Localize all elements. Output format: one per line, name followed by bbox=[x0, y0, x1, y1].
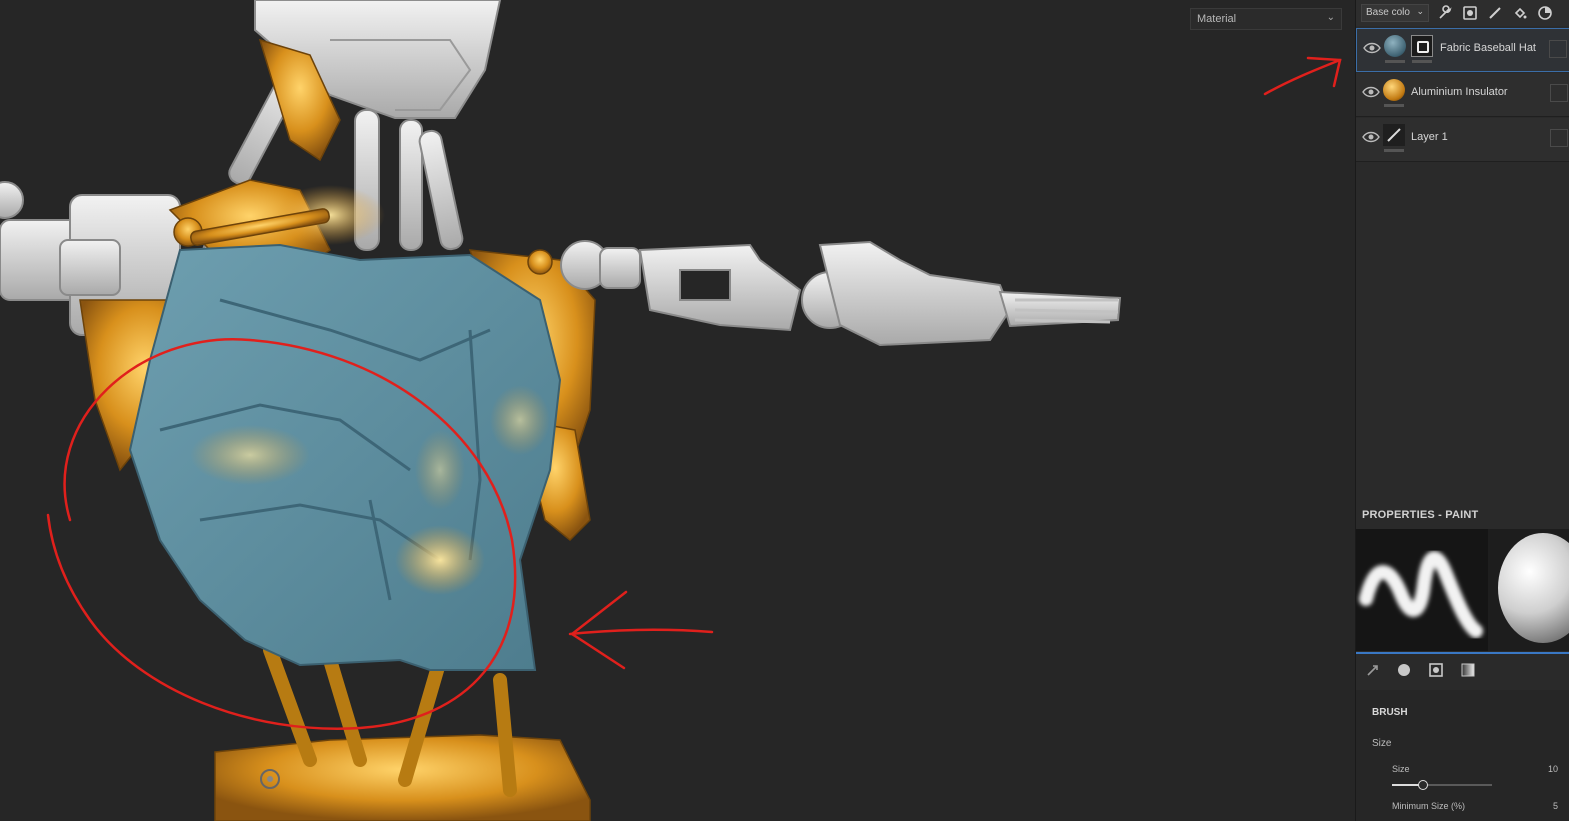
mask-underbar bbox=[1412, 60, 1432, 63]
mask-tab-icon[interactable] bbox=[1427, 661, 1445, 679]
layer-name: Aluminium Insulator bbox=[1411, 86, 1508, 98]
size-group-label: Size bbox=[1372, 738, 1392, 749]
brush-preview bbox=[1356, 529, 1569, 651]
eye-icon[interactable] bbox=[1363, 41, 1381, 55]
layer-row-aluminium-insulator[interactable]: Aluminium Insulator bbox=[1356, 73, 1569, 117]
layer-row-layer-1[interactable]: Layer 1 bbox=[1356, 118, 1569, 162]
size-value[interactable]: 10 bbox=[1548, 764, 1558, 774]
aluminium-material-thumb bbox=[1383, 79, 1405, 101]
right-panel: Base colo ⌄ Fabric Baseball Hat Aluminiu… bbox=[1355, 0, 1569, 821]
properties-tabs bbox=[1356, 652, 1569, 686]
brush-stroke-preview bbox=[1356, 529, 1488, 651]
brush-section-title: BRUSH bbox=[1372, 707, 1408, 718]
3d-viewport[interactable]: Material ⌄ bbox=[0, 0, 1355, 821]
size-slider[interactable] bbox=[1392, 780, 1492, 790]
brush-layer-thumb bbox=[1383, 124, 1405, 146]
brush-tab-icon[interactable] bbox=[1364, 661, 1382, 679]
annotation-arrow-right bbox=[1263, 56, 1342, 96]
smart-material-icon[interactable] bbox=[1536, 4, 1554, 22]
minimum-size-label: Minimum Size (%) bbox=[1392, 801, 1466, 811]
chevron-down-icon: ⌄ bbox=[1326, 12, 1335, 23]
size-label: Size bbox=[1392, 764, 1410, 774]
layer-toolbar: Base colo ⌄ bbox=[1356, 0, 1569, 26]
wrench-icon[interactable] bbox=[1436, 4, 1454, 22]
layer-name: Layer 1 bbox=[1411, 131, 1448, 143]
layer-blend-box[interactable] bbox=[1549, 40, 1567, 58]
properties-paint-header: PROPERTIES - PAINT bbox=[1356, 503, 1569, 527]
gradient-tab-icon[interactable] bbox=[1459, 661, 1477, 679]
brush-section: BRUSH Size Size 10 Minimum Size (%) 5 bbox=[1356, 690, 1569, 821]
material-view-select-label: Material bbox=[1197, 13, 1237, 25]
minimum-size-value[interactable]: 5 bbox=[1553, 801, 1558, 811]
layer-blend-box[interactable] bbox=[1550, 84, 1568, 102]
fabric-material-thumb bbox=[1384, 35, 1406, 57]
channel-select[interactable]: Base colo ⌄ bbox=[1361, 4, 1429, 22]
paint-layer-icon[interactable] bbox=[1486, 4, 1504, 22]
layer-name: Fabric Baseball Hat bbox=[1440, 42, 1536, 54]
size-slider-knob[interactable] bbox=[1418, 780, 1428, 790]
layer-blend-box[interactable] bbox=[1550, 129, 1568, 147]
thumb-underbar bbox=[1384, 104, 1404, 107]
thumb-underbar bbox=[1385, 60, 1405, 63]
layer-row-fabric-baseball-hat[interactable]: Fabric Baseball Hat bbox=[1356, 28, 1569, 72]
eye-icon[interactable] bbox=[1362, 85, 1380, 99]
channel-select-label: Base colo bbox=[1366, 7, 1410, 18]
material-tab-icon[interactable] bbox=[1395, 661, 1413, 679]
eye-icon[interactable] bbox=[1362, 130, 1380, 144]
fill-bucket-icon[interactable] bbox=[1511, 4, 1529, 22]
material-sphere-preview bbox=[1490, 529, 1569, 651]
material-view-select[interactable]: Material ⌄ bbox=[1190, 8, 1342, 30]
fill-layer-icon[interactable] bbox=[1461, 4, 1479, 22]
thumb-underbar bbox=[1384, 149, 1404, 152]
robot-model-render bbox=[0, 0, 1342, 821]
annotation-arrow-left bbox=[568, 590, 714, 670]
layer-mask-icon[interactable] bbox=[1411, 35, 1433, 57]
chevron-down-icon: ⌄ bbox=[1416, 6, 1424, 16]
